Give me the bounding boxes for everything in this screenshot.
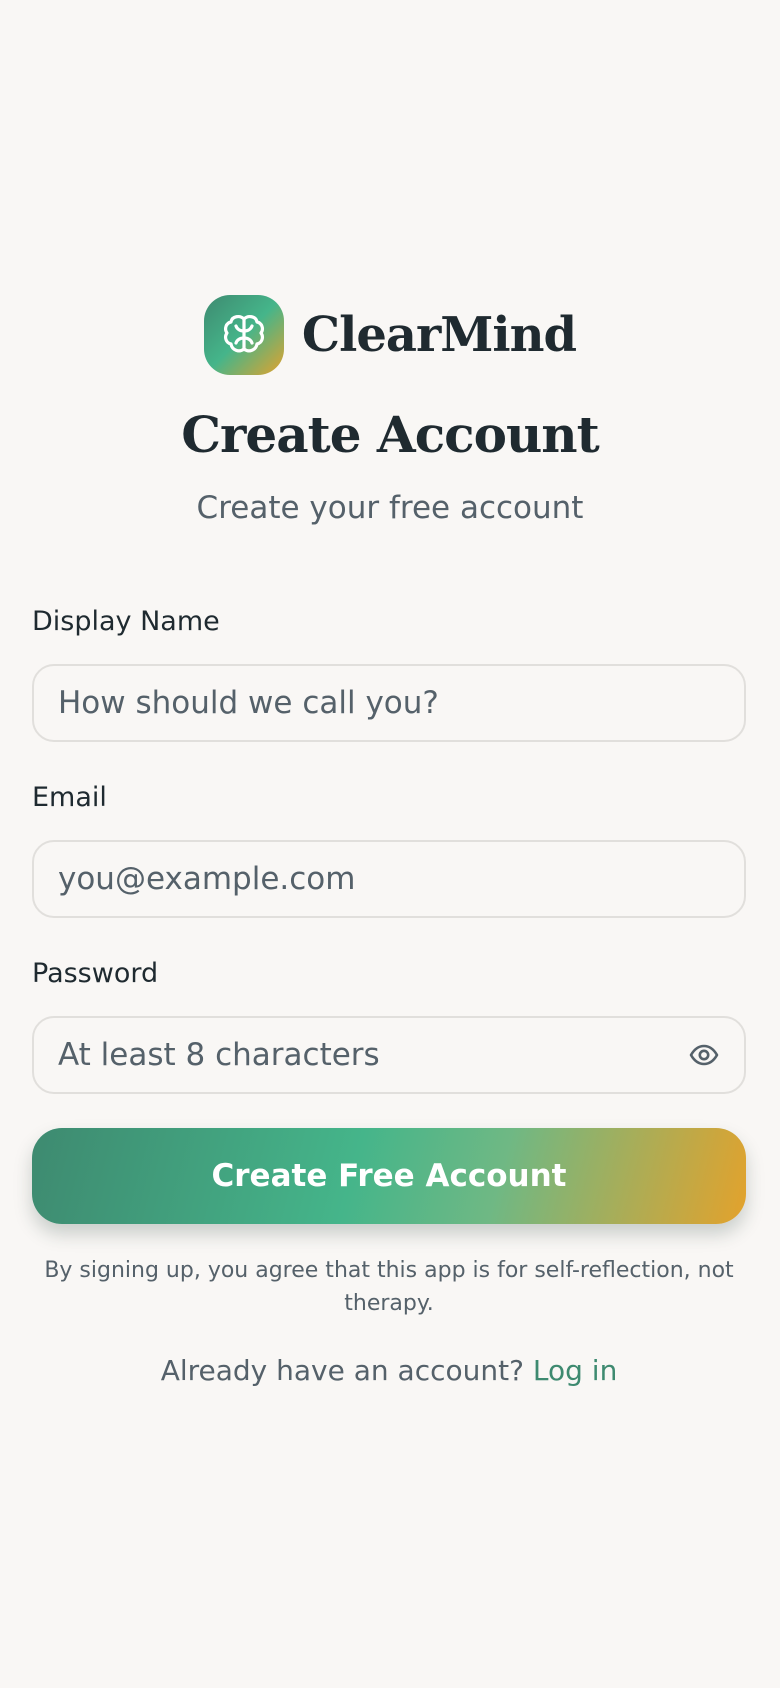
password-input[interactable]: [58, 1037, 678, 1073]
terms-disclaimer: By signing up, you agree that this app i…: [44, 1258, 734, 1316]
app-logo: [203, 295, 284, 375]
display-name-input[interactable]: [58, 685, 720, 721]
brain-icon: [223, 315, 264, 353]
login-prompt-row: Already have an account? Log in: [32, 1354, 746, 1387]
eye-icon: [689, 1044, 719, 1066]
app-name: ClearMind: [301, 307, 577, 363]
login-prompt-text: Already have an account?: [160, 1354, 524, 1387]
show-password-toggle[interactable]: [688, 1038, 720, 1072]
page-title: Create Account: [181, 405, 600, 464]
display-name-label: Display Name: [32, 606, 220, 637]
page-subtitle: Create your free account: [196, 490, 584, 526]
email-input[interactable]: [58, 861, 720, 897]
brand-header: ClearMind: [32, 295, 748, 375]
email-label: Email: [32, 782, 107, 813]
email-field-wrapper: [32, 840, 746, 918]
password-label: Password: [32, 958, 159, 989]
create-account-button[interactable]: Create Free Account: [32, 1128, 746, 1224]
password-field-wrapper: [32, 1016, 746, 1094]
display-name-field-wrapper: [32, 664, 746, 742]
login-link[interactable]: Log in: [533, 1354, 617, 1387]
